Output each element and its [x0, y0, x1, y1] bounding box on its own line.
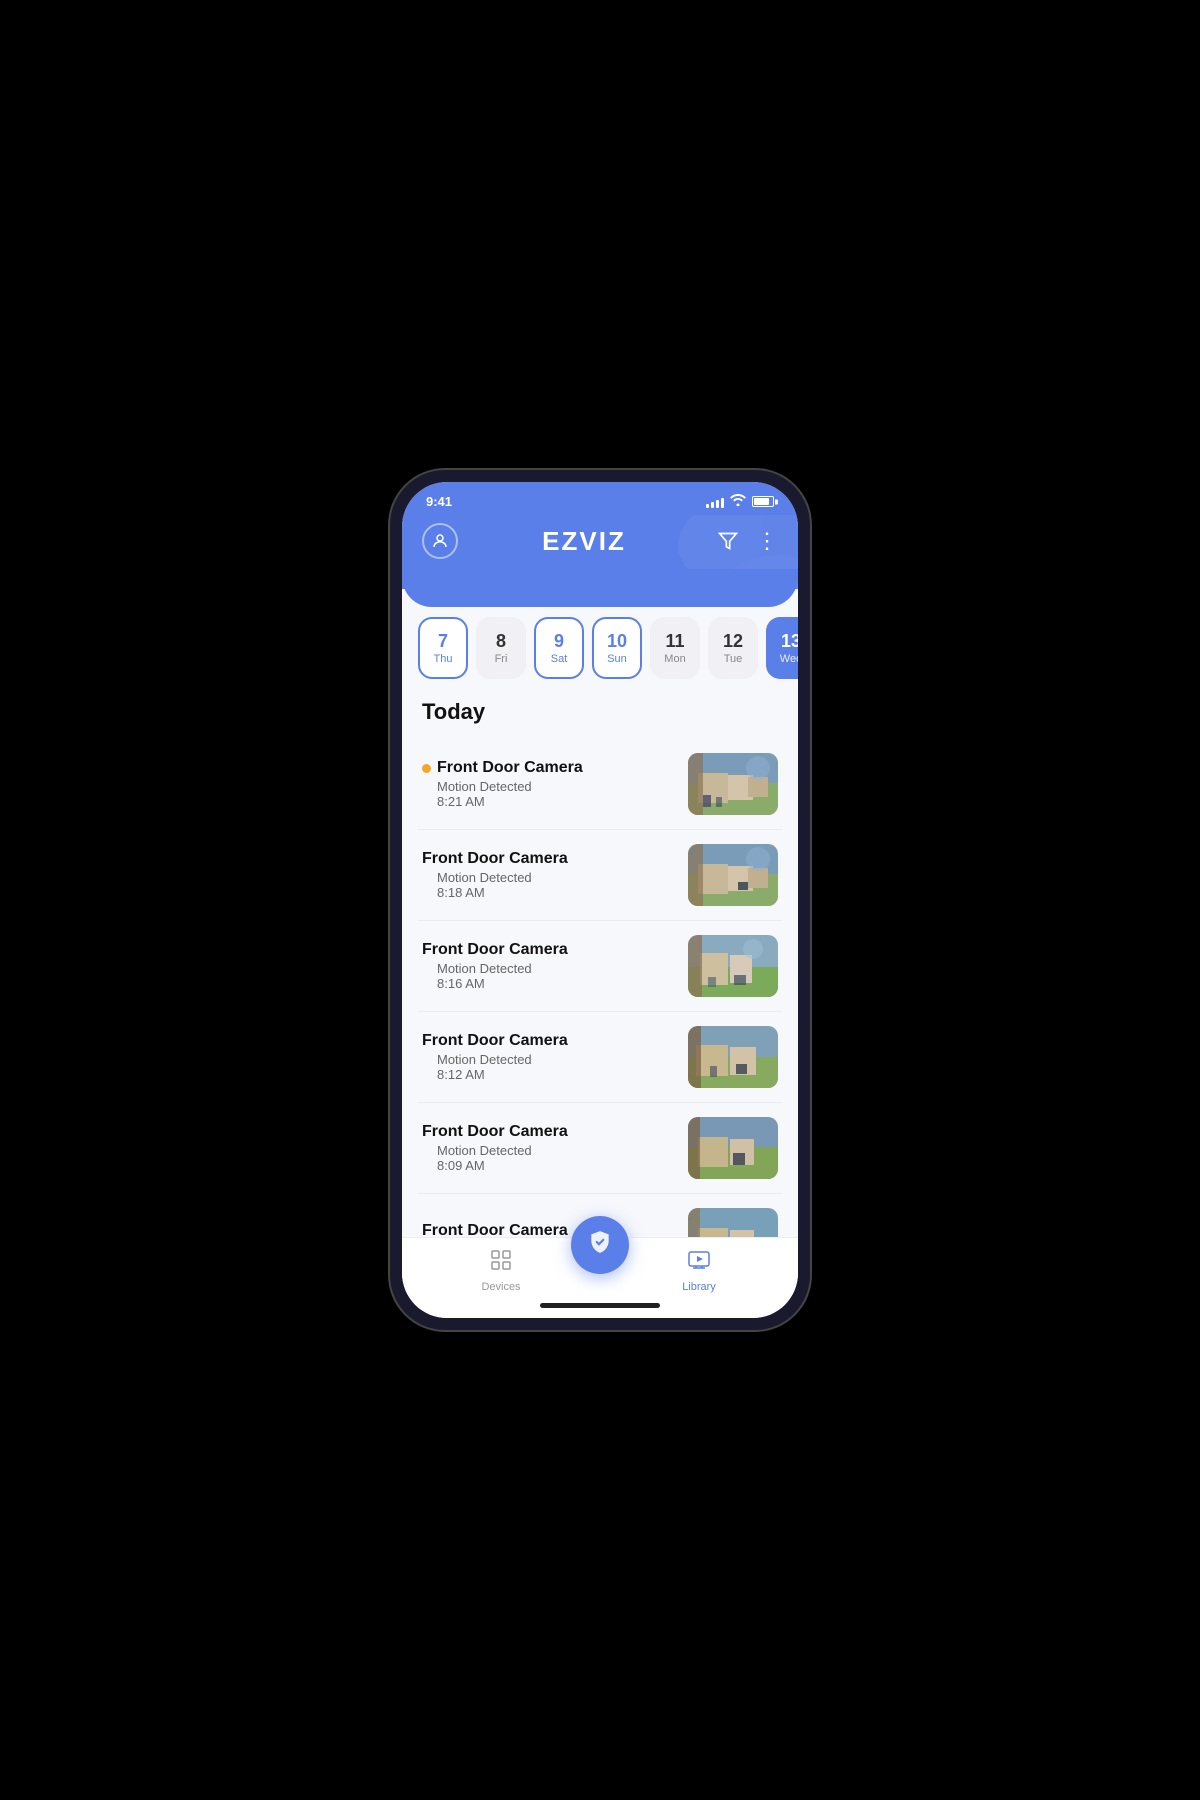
event-thumbnail[interactable] — [688, 935, 778, 997]
app-logo: EZVIZ — [542, 526, 626, 557]
signal-icon — [706, 496, 724, 508]
event-type: Motion Detected — [422, 870, 676, 885]
event-item[interactable]: Front Door Camera Motion Detected 8:16 A… — [418, 921, 782, 1012]
header-right: ⋮ — [710, 523, 778, 559]
camera-dot — [422, 764, 431, 773]
event-type: Motion Detected — [422, 1052, 676, 1067]
bottom-nav: Devices — [402, 1237, 798, 1297]
date-day: Mon — [664, 653, 685, 665]
phone-screen: 9:41 — [402, 482, 798, 1318]
date-item-mon[interactable]: 11 Mon — [650, 617, 700, 679]
date-day: Thu — [434, 653, 453, 665]
event-camera-row: Front Door Camera — [422, 850, 676, 868]
date-day: Fri — [495, 653, 508, 665]
fab-button[interactable] — [571, 1216, 629, 1274]
event-camera-name: Front Door Camera — [422, 850, 568, 868]
date-selector: 7 Thu 8 Fri 9 Sat 10 Sun 11 Mon — [402, 617, 798, 679]
event-thumbnail[interactable] — [688, 1117, 778, 1179]
section-title: Today — [402, 699, 798, 739]
nav-devices-label: Devices — [481, 1281, 520, 1293]
event-item[interactable]: Front Door Camera Motion Detected 8:21 A… — [418, 739, 782, 830]
date-day: Sun — [607, 653, 627, 665]
event-camera-name: Front Door Camera — [437, 759, 583, 777]
event-info: Front Door Camera Motion Detected 8:16 A… — [422, 941, 676, 991]
filter-button[interactable] — [710, 523, 746, 559]
battery-icon — [752, 496, 774, 507]
event-item[interactable]: Front Door Camera Motion Detected 8:12 A… — [418, 1012, 782, 1103]
date-day: Tue — [724, 653, 743, 665]
event-camera-name: Front Door Camera — [422, 1123, 568, 1141]
main-content: 7 Thu 8 Fri 9 Sat 10 Sun 11 Mon — [402, 589, 798, 1237]
event-camera-row: Front Door Camera — [422, 759, 676, 777]
event-info: Front Door Camera Motion Detected — [422, 1222, 676, 1238]
event-camera-row: Front Door Camera — [422, 1032, 676, 1050]
event-time: 8:09 AM — [422, 1158, 676, 1173]
wifi-icon — [730, 494, 746, 509]
event-info: Front Door Camera Motion Detected 8:18 A… — [422, 850, 676, 900]
more-button[interactable]: ⋮ — [756, 528, 778, 554]
date-item-wed[interactable]: 13 Wed — [766, 617, 798, 679]
event-camera-row: Front Door Camera — [422, 1222, 676, 1238]
nav-library-label: Library — [682, 1281, 716, 1293]
event-camera-row: Front Door Camera — [422, 1123, 676, 1141]
event-time: 8:16 AM — [422, 976, 676, 991]
nav-library[interactable]: Library — [600, 1248, 798, 1293]
date-item-sun[interactable]: 10 Sun — [592, 617, 642, 679]
status-time: 9:41 — [426, 494, 452, 509]
event-item[interactable]: Front Door Camera Motion Detected 8:18 A… — [418, 830, 782, 921]
event-list: Front Door Camera Motion Detected 8:21 A… — [402, 739, 798, 1237]
phone-wrapper: 9:41 — [390, 470, 810, 1330]
event-camera-name: Front Door Camera — [422, 941, 568, 959]
date-item-tue[interactable]: 12 Tue — [708, 617, 758, 679]
date-num: 7 — [438, 631, 448, 653]
event-info: Front Door Camera Motion Detected 8:12 A… — [422, 1032, 676, 1082]
date-num: 10 — [607, 631, 627, 653]
nav-devices[interactable]: Devices — [402, 1248, 600, 1293]
date-num: 9 — [554, 631, 564, 653]
date-item-fri[interactable]: 8 Fri — [476, 617, 526, 679]
home-indicator — [402, 1297, 798, 1318]
event-thumbnail[interactable] — [688, 753, 778, 815]
app-header: EZVIZ ⋮ — [402, 515, 798, 589]
profile-button[interactable] — [422, 523, 458, 559]
date-day: Sat — [551, 653, 568, 665]
date-num: 12 — [723, 631, 743, 653]
event-info: Front Door Camera Motion Detected 8:21 A… — [422, 759, 676, 809]
status-bar: 9:41 — [402, 482, 798, 515]
event-thumbnail[interactable] — [688, 844, 778, 906]
date-item-sat[interactable]: 9 Sat — [534, 617, 584, 679]
shield-check-icon — [587, 1229, 613, 1261]
event-camera-name: Front Door Camera — [422, 1222, 568, 1238]
date-day: Wed — [780, 653, 798, 665]
date-num: 11 — [665, 631, 684, 653]
date-num: 8 — [496, 631, 506, 653]
event-time: 8:12 AM — [422, 1067, 676, 1082]
status-right — [706, 494, 774, 509]
event-thumbnail[interactable] — [688, 1026, 778, 1088]
event-info: Front Door Camera Motion Detected 8:09 A… — [422, 1123, 676, 1173]
event-type: Motion Detected — [422, 961, 676, 976]
event-time: 8:21 AM — [422, 794, 676, 809]
event-camera-row: Front Door Camera — [422, 941, 676, 959]
devices-icon — [489, 1248, 513, 1278]
event-item[interactable]: Front Door Camera Motion Detected 8:09 A… — [418, 1103, 782, 1194]
home-bar — [540, 1303, 660, 1308]
date-num: 13 — [781, 631, 798, 653]
event-time: 8:18 AM — [422, 885, 676, 900]
event-type: Motion Detected — [422, 779, 676, 794]
event-type: Motion Detected — [422, 1143, 676, 1158]
date-item-thu[interactable]: 7 Thu — [418, 617, 468, 679]
event-thumbnail[interactable] — [688, 1208, 778, 1237]
library-icon — [687, 1248, 711, 1278]
event-camera-name: Front Door Camera — [422, 1032, 568, 1050]
